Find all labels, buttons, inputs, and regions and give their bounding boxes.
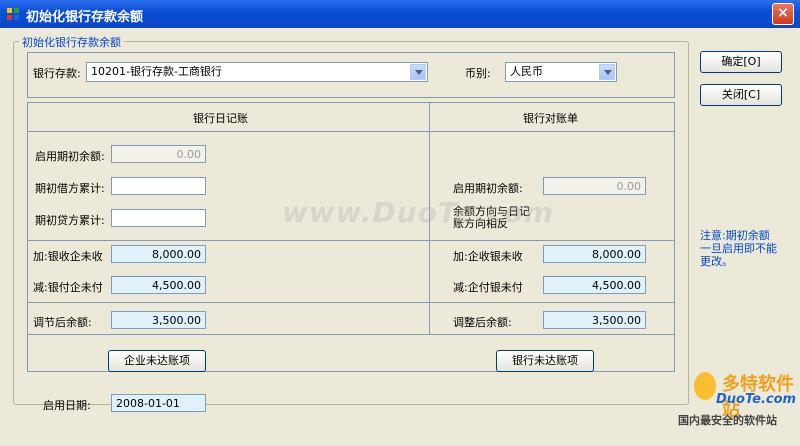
bank-statement-header: 银行对账单 bbox=[523, 112, 578, 125]
credit-cumulative-field[interactable] bbox=[111, 209, 206, 227]
account-select[interactable]: 10201-银行存款-工商银行 bbox=[86, 62, 428, 82]
chevron-down-icon[interactable] bbox=[410, 64, 426, 80]
account-select-value: 10201-银行存款-工商银行 bbox=[91, 65, 222, 78]
watermark-slogan: 国内最安全的软件站 bbox=[678, 414, 777, 427]
enterprise-outstanding-button[interactable]: 企业未达账项 bbox=[108, 350, 206, 372]
debit-cumulative-field[interactable] bbox=[111, 177, 206, 195]
watermark-brand-url: DuoTe.com bbox=[716, 392, 797, 407]
start-date-field[interactable]: 2008-01-01 bbox=[111, 394, 206, 412]
grid-divider-h2 bbox=[27, 240, 674, 241]
grid-divider-h4 bbox=[27, 334, 674, 335]
group-legend: 初始化银行存款余额 bbox=[19, 34, 124, 50]
chevron-down-icon[interactable] bbox=[599, 64, 615, 80]
account-label: 银行存款: bbox=[33, 67, 81, 80]
left-opening-balance-field[interactable]: 0.00 bbox=[111, 145, 206, 163]
window-title: 初始化银行存款余额 bbox=[26, 10, 144, 25]
left-sub-label: 减:银付企未付 bbox=[33, 281, 103, 294]
start-date-label: 启用日期: bbox=[43, 399, 91, 412]
left-opening-balance-label: 启用期初余额: bbox=[35, 150, 105, 163]
right-adjusted-field[interactable]: 3,500.00 bbox=[543, 311, 646, 329]
close-button[interactable]: 关闭[C] bbox=[700, 84, 782, 106]
right-add-field[interactable]: 8,000.00 bbox=[543, 245, 646, 263]
grid-divider-h3 bbox=[27, 302, 674, 303]
left-sub-field[interactable]: 4,500.00 bbox=[111, 276, 206, 294]
right-add-label: 加:企收银未收 bbox=[453, 250, 523, 263]
app-icon bbox=[7, 8, 19, 20]
mascot-icon bbox=[694, 372, 716, 400]
ok-button[interactable]: 确定[O] bbox=[700, 51, 782, 73]
currency-select-value: 人民币 bbox=[510, 65, 543, 78]
right-sub-label: 减:企付银未付 bbox=[453, 281, 523, 294]
watermark-logo: 多特软件站 DuoTe.com 国内最安全的软件站 bbox=[678, 370, 797, 430]
right-adjusted-label: 调整后余额: bbox=[453, 316, 512, 329]
right-opening-balance-label: 启用期初余额: bbox=[453, 182, 523, 195]
right-opening-balance-field[interactable]: 0.00 bbox=[543, 177, 646, 195]
title-bar: 初始化银行存款余额 × bbox=[0, 0, 800, 28]
bank-outstanding-button[interactable]: 银行未达账项 bbox=[496, 350, 594, 372]
dialog-body: 初始化银行存款余额 银行存款: 10201-银行存款-工商银行 币别: 人民币 … bbox=[3, 28, 797, 443]
left-adjusted-label: 调节后余额: bbox=[33, 316, 92, 329]
reconcile-grid bbox=[27, 102, 675, 372]
debit-cumulative-label: 期初借方累计: bbox=[35, 182, 105, 195]
left-add-label: 加:银收企未收 bbox=[33, 250, 103, 263]
grid-divider-h1 bbox=[27, 131, 674, 132]
close-window-button[interactable]: × bbox=[772, 3, 794, 25]
grid-divider-v bbox=[429, 102, 430, 334]
bank-journal-header: 银行日记账 bbox=[193, 112, 248, 125]
note-text: 注意:期初余额一旦启用即不能更改。 bbox=[700, 229, 777, 268]
currency-select[interactable]: 人民币 bbox=[505, 62, 617, 82]
direction-note: 余额方向与日记账方向相反 bbox=[453, 205, 530, 230]
left-add-field[interactable]: 8,000.00 bbox=[111, 245, 206, 263]
right-sub-field[interactable]: 4,500.00 bbox=[543, 276, 646, 294]
left-adjusted-field[interactable]: 3,500.00 bbox=[111, 311, 206, 329]
currency-label: 币别: bbox=[465, 67, 491, 80]
credit-cumulative-label: 期初贷方累计: bbox=[35, 214, 105, 227]
